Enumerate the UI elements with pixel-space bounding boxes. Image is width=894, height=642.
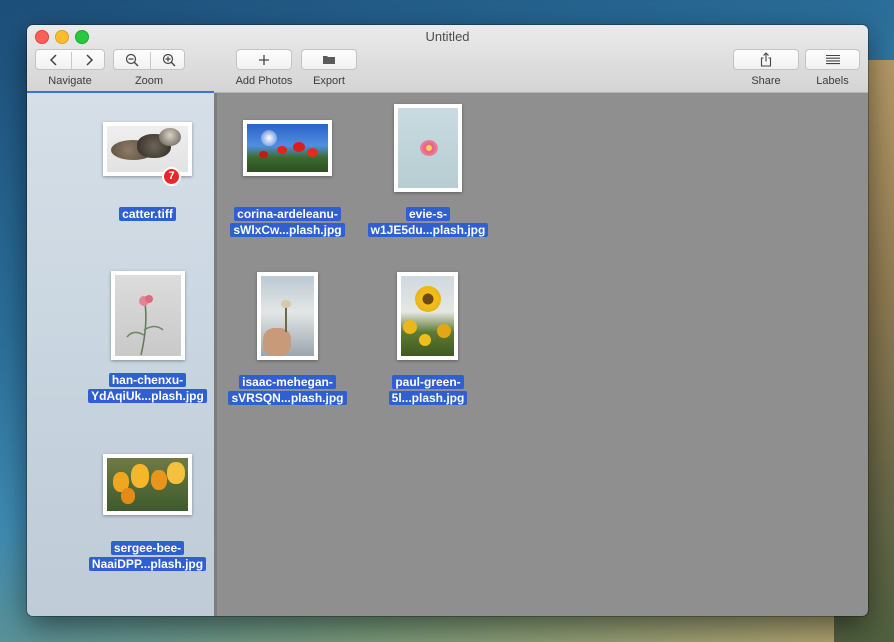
labels-label: Labels bbox=[816, 75, 849, 87]
navigate-label: Navigate bbox=[48, 75, 92, 87]
sidebar-thumbnail-sergee-bee[interactable] bbox=[103, 454, 192, 515]
photo-shape bbox=[307, 148, 318, 157]
photo-caption-isaac[interactable]: isaac-mehegan-sVRSQN...plash.jpg bbox=[222, 374, 353, 406]
sidebar-caption-han-chenxu[interactable]: han-chenxu-YdAqiUk...plash.jpg bbox=[85, 372, 210, 404]
flower-illustration bbox=[126, 295, 164, 356]
photo-caption-text: evie-s-w1JE5du...plash.jpg bbox=[367, 207, 489, 237]
photo-caption-text: corina-ardeleanu-sWlxCw...plash.jpg bbox=[230, 207, 345, 237]
photo-pink-flower bbox=[115, 275, 181, 356]
folder-icon bbox=[323, 56, 335, 64]
sidebar: 7 catter.tiff han-chenxu-YdAqiUk...plash… bbox=[27, 93, 214, 616]
split-divider[interactable] bbox=[214, 93, 217, 616]
photo-hand-flower bbox=[261, 276, 314, 356]
zoom-in-icon bbox=[162, 53, 175, 66]
back-button[interactable] bbox=[36, 50, 71, 69]
photo-shape bbox=[281, 300, 291, 308]
photo-thumbnail-evie[interactable] bbox=[394, 104, 462, 192]
photo-caption-evie[interactable]: evie-s-w1JE5du...plash.jpg bbox=[363, 206, 493, 238]
photo-shape bbox=[437, 324, 451, 338]
zoom-label: Zoom bbox=[134, 75, 164, 87]
plus-icon bbox=[259, 54, 269, 65]
chevron-left-icon bbox=[49, 53, 57, 66]
photo-shape bbox=[285, 304, 287, 332]
zoom-out-button[interactable] bbox=[114, 50, 150, 69]
photo-thumbnail-isaac[interactable] bbox=[257, 272, 318, 360]
share-button[interactable] bbox=[733, 49, 799, 70]
photo-shape bbox=[419, 334, 431, 346]
photo-shape bbox=[167, 462, 185, 484]
zoom-segmented bbox=[113, 49, 185, 70]
photo-shape bbox=[415, 286, 441, 312]
photo-sunflowers bbox=[401, 276, 454, 356]
photo-shape bbox=[259, 151, 268, 158]
chevron-right-icon bbox=[86, 53, 94, 66]
photo-poppies bbox=[247, 124, 328, 172]
share-label: Share bbox=[751, 75, 781, 87]
photo-shape bbox=[277, 146, 287, 154]
photo-caption-text: isaac-mehegan-sVRSQN...plash.jpg bbox=[228, 375, 347, 405]
photo-shape bbox=[293, 142, 305, 152]
photo-caption-corina[interactable]: corina-ardeleanu-sWlxCw...plash.jpg bbox=[222, 206, 353, 238]
window-title: Untitled bbox=[425, 29, 470, 44]
photo-shape bbox=[151, 470, 167, 490]
photo-shape bbox=[403, 320, 417, 334]
photo-caption-text: paul-green-5l...plash.jpg bbox=[388, 375, 468, 405]
photo-tulips bbox=[107, 458, 188, 511]
sidebar-caption-text: catter.tiff bbox=[119, 207, 176, 221]
title-bar: Untitled Navigate Zoom Add Photos Export… bbox=[27, 25, 868, 93]
sidebar-thumbnail-catter[interactable] bbox=[103, 122, 192, 176]
photo-shape bbox=[420, 140, 438, 156]
forward-button[interactable] bbox=[72, 50, 106, 69]
list-icon bbox=[825, 54, 840, 65]
count-badge: 7 bbox=[162, 167, 181, 186]
photo-caption-paul[interactable]: paul-green-5l...plash.jpg bbox=[363, 374, 493, 406]
photo-shape bbox=[159, 128, 181, 146]
zoom-out-icon bbox=[125, 53, 139, 66]
add-photos-label: Add Photos bbox=[235, 75, 293, 87]
sidebar-caption-text: han-chenxu-YdAqiUk...plash.jpg bbox=[88, 373, 207, 403]
photo-cats bbox=[107, 126, 188, 172]
photo-pale-flower bbox=[398, 108, 458, 188]
photo-shape bbox=[131, 464, 149, 488]
navigate-segmented bbox=[35, 49, 105, 70]
photo-thumbnail-corina[interactable] bbox=[243, 120, 332, 176]
photo-shape bbox=[263, 328, 291, 356]
export-label: Export bbox=[313, 75, 345, 87]
sidebar-caption-text: sergee-bee-NaaiDPP...plash.jpg bbox=[88, 541, 207, 571]
photo-thumbnail-paul[interactable] bbox=[397, 272, 458, 360]
zoom-in-button[interactable] bbox=[151, 50, 186, 69]
photo-shape bbox=[121, 488, 135, 504]
share-icon bbox=[760, 52, 772, 67]
labels-button[interactable] bbox=[805, 49, 860, 70]
sidebar-thumbnail-han-chenxu[interactable] bbox=[111, 271, 185, 360]
photo-shape bbox=[261, 130, 277, 146]
sidebar-caption-catter[interactable]: catter.tiff bbox=[85, 206, 210, 222]
app-window: Untitled Navigate Zoom Add Photos Export… bbox=[27, 25, 868, 616]
sidebar-caption-sergee-bee[interactable]: sergee-bee-NaaiDPP...plash.jpg bbox=[85, 540, 210, 572]
export-button[interactable] bbox=[301, 49, 357, 70]
add-photos-button[interactable] bbox=[236, 49, 292, 70]
